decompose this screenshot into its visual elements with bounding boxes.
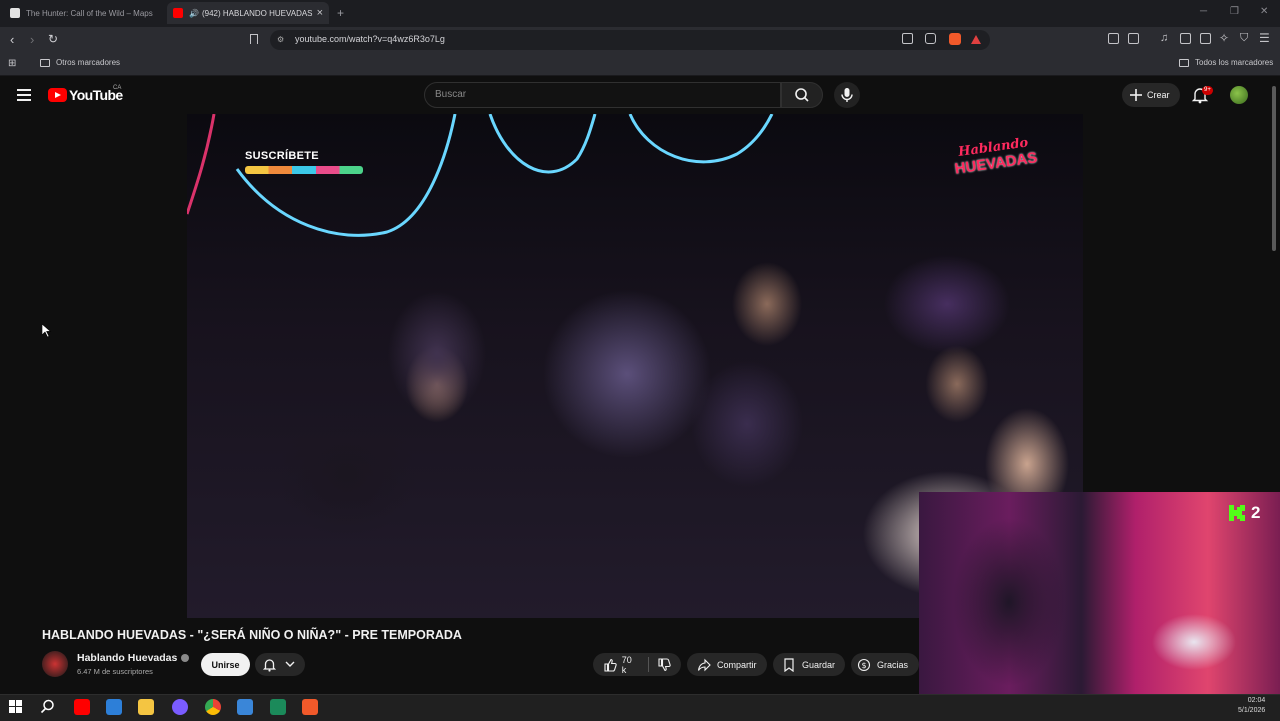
mouse-cursor-icon — [42, 324, 52, 338]
sidebar-icon[interactable] — [1180, 33, 1191, 44]
folder-icon — [1179, 58, 1189, 67]
subscribe-overlay-text: SUSCRÍBETE — [245, 150, 319, 162]
super-thanks-icon: $ — [857, 658, 871, 671]
subscriber-count: 6.47 M de suscriptores — [77, 667, 153, 676]
leo-ai-icon[interactable]: ✧ — [1219, 31, 1229, 45]
windows-start-icon[interactable] — [9, 700, 22, 713]
app-icon-3[interactable] — [270, 699, 286, 715]
restore-icon[interactable]: ❐ — [1230, 6, 1239, 17]
youtube-logo-icon[interactable] — [48, 88, 67, 102]
like-dislike-group: 70 k — [593, 653, 681, 676]
hamburger-menu-icon[interactable] — [17, 89, 31, 104]
menu-icon[interactable]: ☰ — [1259, 31, 1270, 45]
microphone-icon — [841, 88, 853, 102]
bookmark-folder-other[interactable]: Otros marcadores — [40, 58, 120, 67]
reload-icon[interactable]: ↻ — [48, 32, 58, 46]
dislike-thumb-icon[interactable] — [657, 657, 671, 672]
voice-search-button[interactable] — [834, 82, 860, 108]
close-window-icon[interactable]: ✕ — [1260, 6, 1268, 17]
brave-shields-icon[interactable] — [949, 33, 961, 45]
audio-playing-icon[interactable]: 🔊 — [189, 9, 199, 18]
search-input[interactable] — [424, 82, 781, 108]
kick-logo-icon — [1229, 505, 1245, 521]
vpn-shield-icon[interactable]: ⛉ — [1240, 32, 1248, 45]
url-text[interactable]: youtube.com/watch?v=q4wz6R3o7Lg — [295, 34, 445, 44]
account-avatar[interactable] — [1230, 86, 1248, 104]
tab-title: (942) HABLANDO HUEVADAS — [201, 8, 313, 18]
share-button[interactable]: Compartir — [687, 653, 767, 676]
video-title: HABLANDO HUEVADAS - "¿SERÁ NIÑO O NIÑA?"… — [42, 628, 462, 642]
forward-icon[interactable]: › — [30, 32, 34, 47]
create-label: Crear — [1147, 90, 1170, 100]
like-thumb-icon[interactable] — [603, 658, 617, 672]
kick-badge-number: 2 — [1251, 503, 1261, 522]
chrome-icon[interactable] — [205, 699, 221, 715]
folder-icon — [40, 58, 50, 67]
back-icon[interactable]: ‹ — [10, 32, 14, 47]
like-count[interactable]: 70 k — [622, 655, 639, 675]
minimize-icon[interactable]: ─ — [1200, 6, 1207, 17]
browser-tab-maps[interactable]: The Hunter: Call of the Wild – Maps — [4, 2, 164, 24]
share-icon[interactable] — [925, 33, 936, 44]
kick-badge: 2 — [1228, 503, 1260, 523]
system-clock[interactable]: 02:04 5/1/2026 — [1238, 696, 1265, 716]
bell-icon — [262, 659, 277, 672]
youtube-app-icon[interactable] — [74, 699, 90, 715]
extensions-icon[interactable] — [1108, 33, 1119, 44]
file-explorer-icon[interactable] — [138, 699, 154, 715]
tab-title: The Hunter: Call of the Wild – Maps — [26, 8, 153, 18]
new-tab-button[interactable]: + — [337, 6, 344, 20]
country-code: CA — [113, 85, 122, 91]
bookmark-page-icon[interactable] — [250, 34, 258, 44]
search-placeholder: Buscar — [435, 89, 467, 100]
verified-check-icon — [181, 654, 190, 662]
maps-favicon-icon — [10, 8, 20, 18]
music-icon[interactable]: ♫ — [1160, 32, 1168, 44]
wallet2-icon[interactable] — [1200, 33, 1211, 44]
channel-avatar[interactable] — [42, 651, 68, 677]
join-button[interactable]: Unirse — [201, 653, 250, 676]
youtube-favicon-icon — [173, 8, 183, 18]
close-tab-icon[interactable]: × — [317, 7, 323, 19]
app-icon-1[interactable] — [172, 699, 188, 715]
search-icon — [795, 88, 809, 102]
streamer-webcam-overlay — [919, 492, 1280, 696]
search-button[interactable] — [781, 82, 823, 108]
save-button[interactable]: Guardar — [773, 653, 845, 676]
share-arrow-icon — [697, 658, 711, 671]
subscription-bell-button[interactable] — [255, 653, 305, 676]
browser-tab-youtube[interactable]: 🔊 (942) HABLANDO HUEVADAS × — [167, 2, 329, 24]
taskbar-search-icon[interactable] — [40, 699, 55, 714]
bookmark-folder-all[interactable]: Todos los marcadores — [1179, 58, 1273, 67]
page-scrollbar[interactable] — [1272, 86, 1276, 251]
channel-overlay-logo: Hablando HUEVADAS — [953, 135, 1039, 178]
app-icon-2[interactable] — [237, 699, 253, 715]
bookmark-save-icon — [784, 657, 794, 672]
bookmarks-bar — [0, 53, 1280, 76]
cast-icon[interactable] — [902, 33, 913, 44]
chevron-down-icon — [285, 661, 295, 667]
brave-taskbar-icon[interactable] — [302, 699, 318, 715]
windows-taskbar — [0, 694, 1280, 721]
site-info-icon[interactable]: ⚙ — [277, 35, 284, 44]
plus-icon — [1130, 89, 1142, 101]
brave-rewards-icon[interactable] — [971, 35, 981, 44]
channel-name[interactable]: Hablando Huevadas — [77, 652, 190, 664]
like-divider — [648, 657, 650, 672]
wallet-icon[interactable] — [1128, 33, 1139, 44]
notification-count-badge: 9+ — [1202, 86, 1213, 95]
svg-text:$: $ — [861, 661, 866, 670]
apps-grid-icon[interactable]: ⊞ — [8, 58, 16, 69]
thanks-button[interactable]: $ Gracias — [851, 653, 919, 676]
store-app-icon[interactable] — [106, 699, 122, 715]
subscribe-overlay-bar — [245, 166, 363, 174]
